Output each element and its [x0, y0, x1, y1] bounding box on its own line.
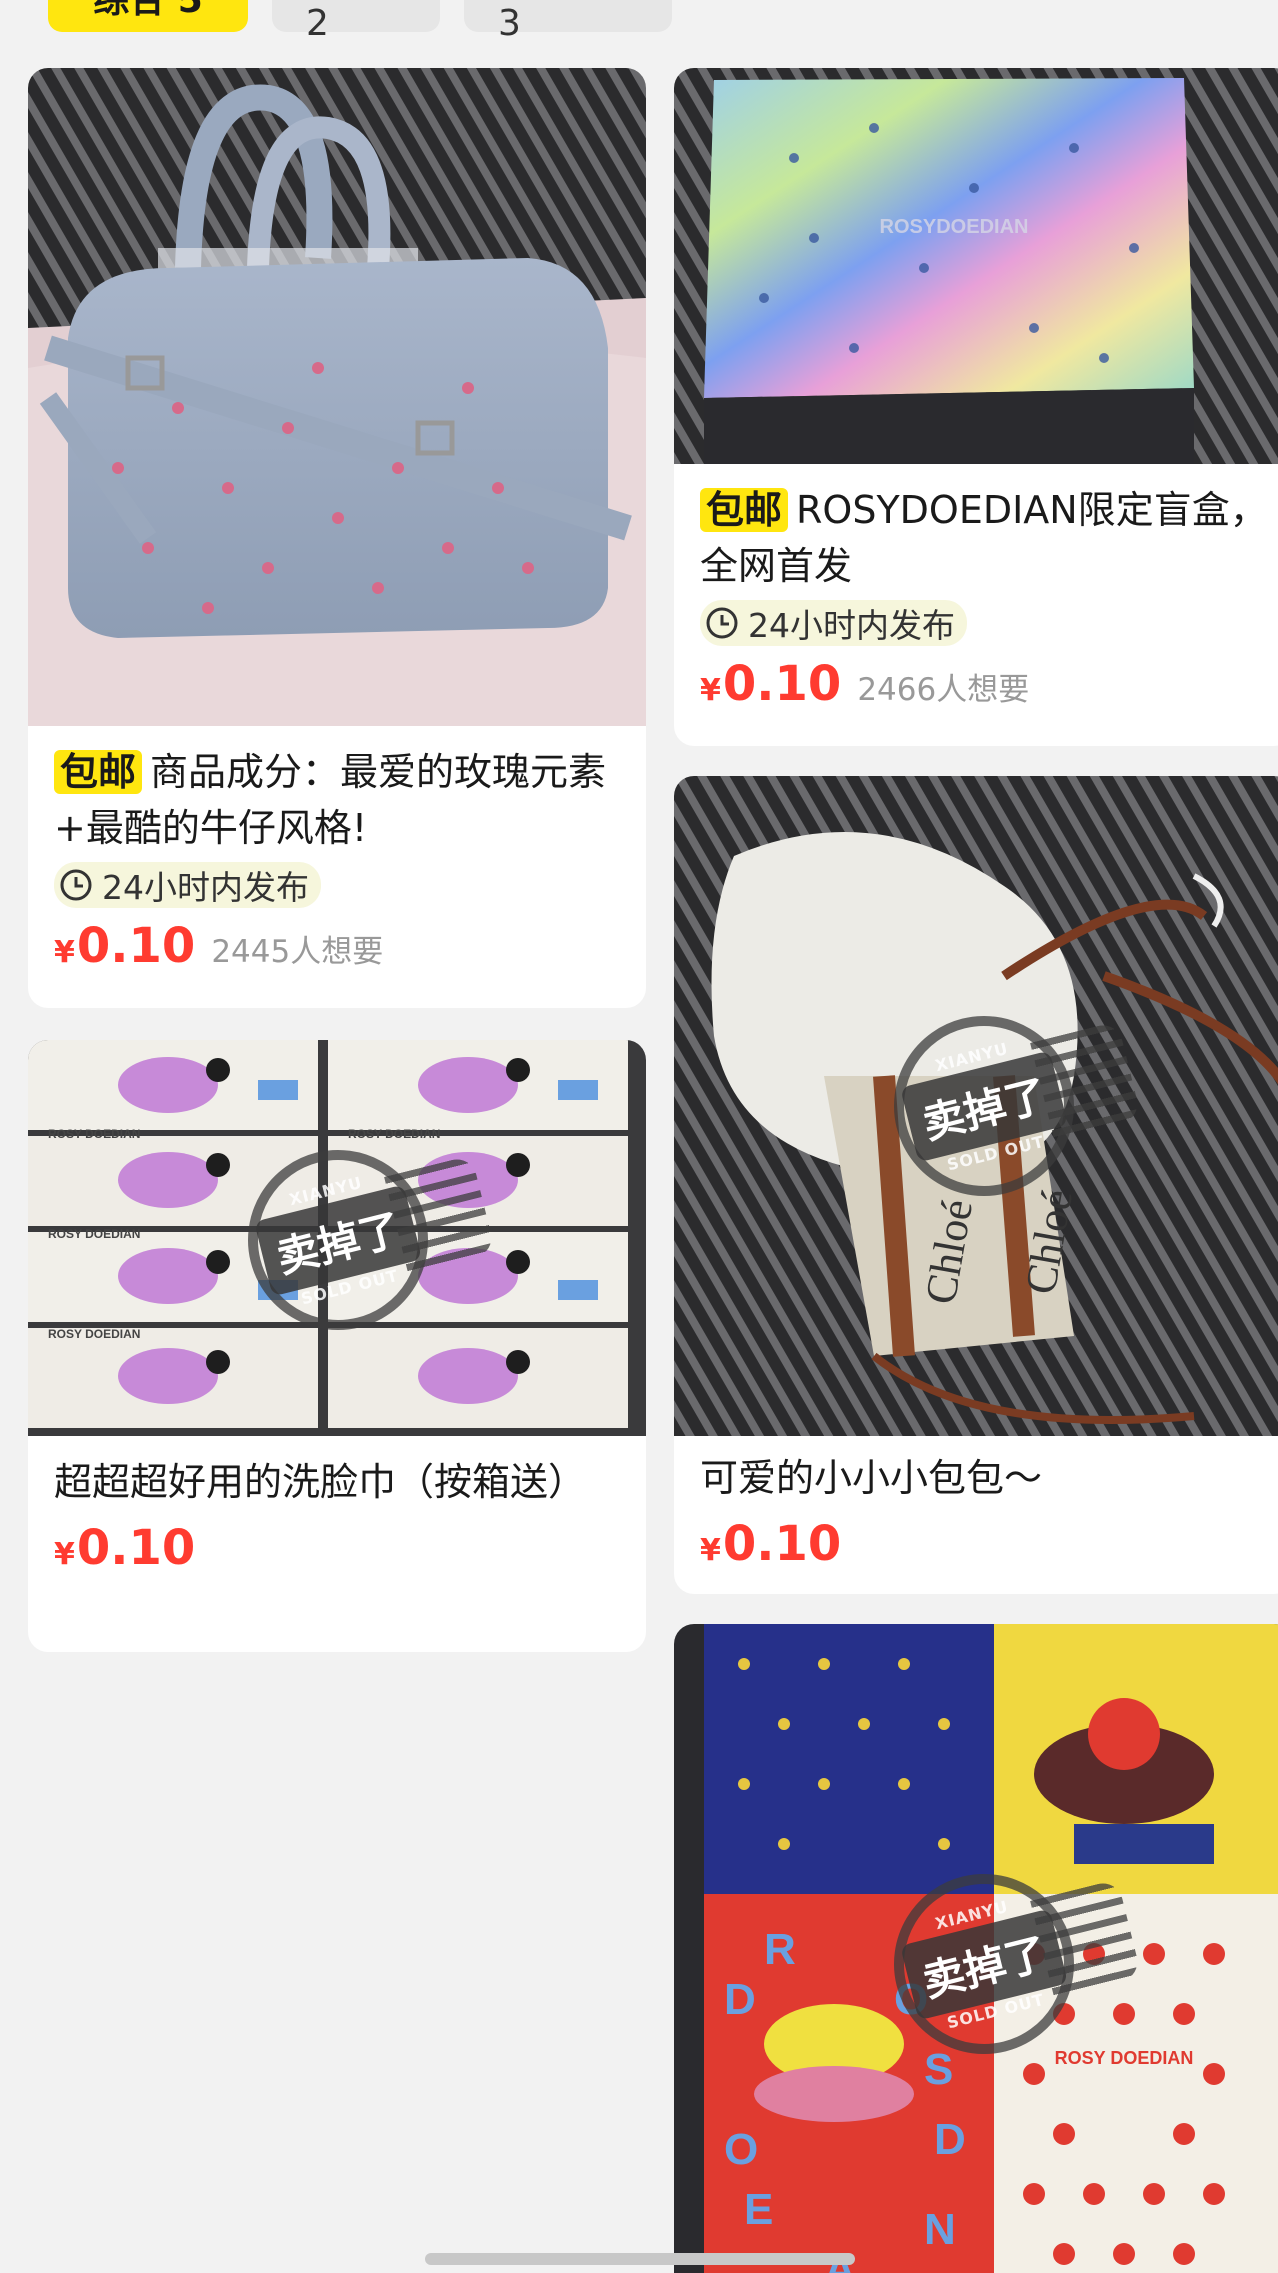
price: 0.10 [722, 1516, 842, 1572]
product-title: 包邮 ROSYDOEDIAN限定盲盒，全网首发 [700, 488, 1268, 588]
tab-sold[interactable]: 已售出 3 [464, 0, 672, 44]
price-row: ¥ 0.10 [700, 1516, 842, 1572]
svg-text:E: E [744, 2185, 773, 2234]
svg-text:ROSY DOEDIAN: ROSY DOEDIAN [1055, 2048, 1194, 2068]
tab-on-sale[interactable]: 在售 2 [272, 0, 440, 44]
publish-time-badge: 24小时内发布 [54, 862, 321, 908]
home-indicator [425, 2253, 855, 2265]
tab-all[interactable]: 综合 5 [48, 0, 248, 32]
price-row: ¥ 0.10 2466人想要 [700, 656, 1030, 712]
box-logo-text: ROSYDOEDIAN [880, 216, 1029, 238]
price: 0.10 [76, 918, 196, 974]
price: 0.10 [76, 1520, 196, 1576]
clock-icon [60, 869, 92, 901]
product-title: 包邮 商品成分：最爱的玫瑰元素+最酷的牛仔风格! [54, 750, 607, 850]
price-row: ¥ 0.10 [54, 1520, 196, 1576]
product-image [28, 68, 646, 726]
product-image: ROSYDOEDIAN [674, 68, 1278, 464]
product-title: 可爱的小小小包包～ [700, 1456, 1043, 1500]
product-card[interactable]: RDO SDO EAN ROSY DOEDIAN XIANYU 卖掉了 SOLD… [674, 1624, 1278, 2273]
svg-text:S: S [924, 2045, 953, 2094]
svg-text:N: N [924, 2205, 956, 2254]
product-card[interactable]: ROSYDOEDIAN 包邮 ROSYDOEDIAN限定盲盒，全网首发 24小时内… [674, 68, 1278, 746]
svg-text:R: R [764, 1925, 796, 1974]
svg-text:ROSY DOEDIAN: ROSY DOEDIAN [48, 1127, 140, 1141]
clock-icon [706, 607, 738, 639]
product-title: 超超超好用的洗脸巾（按箱送） [54, 1460, 587, 1504]
product-card[interactable]: Chloé Chloé XIANYU 卖掉了 SOLD OUT 可爱的小小小包包… [674, 776, 1278, 1594]
svg-text:ROSY DOEDIAN: ROSY DOEDIAN [48, 1327, 140, 1341]
svg-text:O: O [724, 2125, 758, 2174]
free-shipping-badge: 包邮 [700, 488, 789, 532]
svg-text:ROSY DOEDIAN: ROSY DOEDIAN [348, 1127, 440, 1141]
filter-tabs: 综合 5 在售 2 已售出 3 [48, 0, 672, 44]
svg-text:D: D [934, 2115, 966, 2164]
product-card[interactable]: 包邮 商品成分：最爱的玫瑰元素+最酷的牛仔风格! 24小时内发布 ¥ 0.10 2… [28, 68, 646, 1008]
wants-count: 2466人想要 [857, 672, 1030, 708]
svg-text:D: D [724, 1975, 756, 2024]
product-image: ROSY DOEDIAN ROSY DOEDIAN ROSY DOEDIAN R… [28, 1040, 646, 1436]
price: 0.10 [722, 656, 842, 712]
product-card[interactable]: ROSY DOEDIAN ROSY DOEDIAN ROSY DOEDIAN R… [28, 1040, 646, 1652]
product-image: RDO SDO EAN ROSY DOEDIAN XIANYU 卖掉了 SOLD… [674, 1624, 1278, 2273]
publish-time-badge: 24小时内发布 [700, 600, 967, 646]
svg-text:ROSY DOEDIAN: ROSY DOEDIAN [48, 1227, 140, 1241]
wants-count: 2445人想要 [211, 934, 384, 970]
product-image: Chloé Chloé XIANYU 卖掉了 SOLD OUT [674, 776, 1278, 1436]
price-row: ¥ 0.10 2445人想要 [54, 918, 384, 974]
free-shipping-badge: 包邮 [54, 750, 143, 794]
